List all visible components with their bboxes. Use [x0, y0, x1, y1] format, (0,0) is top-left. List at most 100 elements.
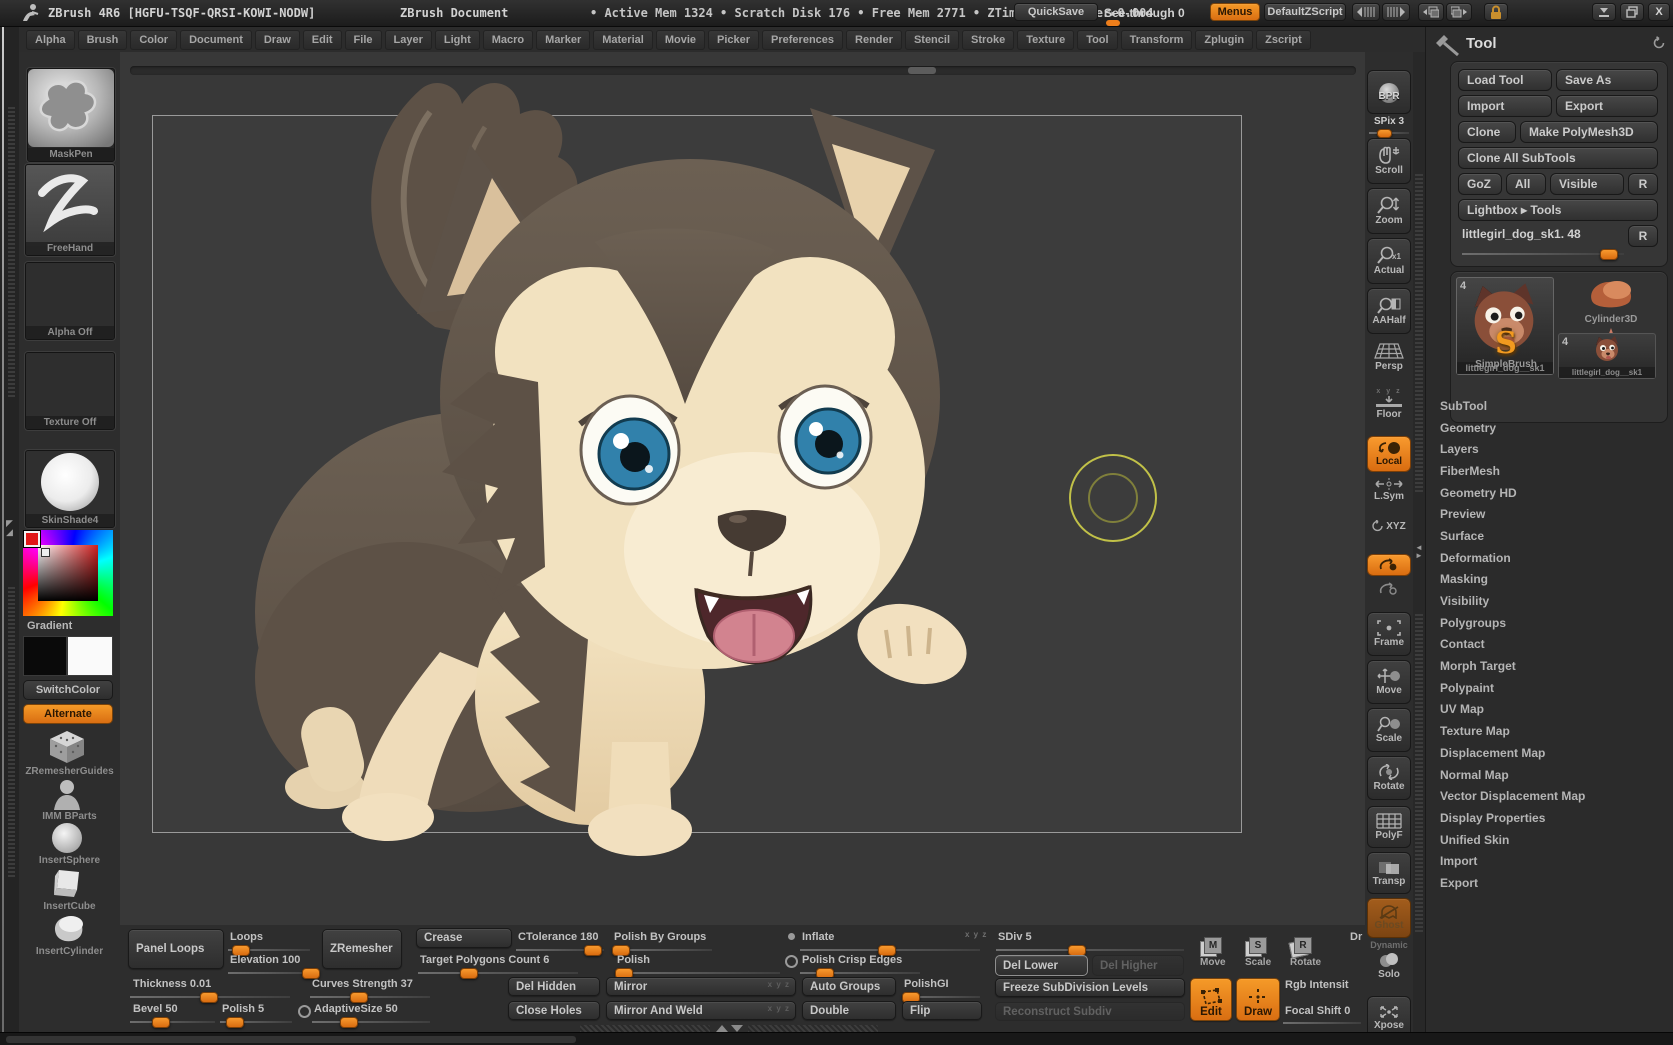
minimize-button[interactable] [1592, 3, 1616, 21]
persp-toggle[interactable]: Persp [1367, 342, 1411, 372]
menu-item[interactable]: Brush [78, 30, 128, 50]
goz-visible-button[interactable]: Visible [1550, 173, 1624, 195]
document-canvas[interactable] [120, 52, 1365, 925]
stroke-thumbnail[interactable]: FreeHand [25, 164, 115, 256]
target-polygons-slider-label[interactable]: Target Polygons Count 6 [420, 954, 549, 966]
menu-item[interactable]: Edit [303, 30, 342, 50]
move-panel-left-button[interactable] [1418, 3, 1444, 21]
menu-item[interactable]: Layer [385, 30, 432, 50]
goz-button[interactable]: GoZ [1458, 173, 1502, 195]
polish5-slider-label[interactable]: Polish 5 [222, 1003, 264, 1015]
goz-all-button[interactable]: All [1506, 173, 1546, 195]
actual-button[interactable]: x1 Actual [1367, 238, 1411, 284]
rotate-axis-button[interactable] [1367, 554, 1411, 576]
tool-section-header[interactable]: Texture Map [1426, 720, 1673, 742]
slider-handle[interactable] [1600, 249, 1618, 260]
panel-reset-icon[interactable] [1652, 36, 1666, 50]
insert-cylinder-label[interactable]: InsertCylinder [19, 946, 120, 957]
collapse-left-tray-button[interactable] [1352, 3, 1380, 21]
inflate-slider-label[interactable]: Inflate [802, 931, 834, 943]
close-button[interactable]: X [1648, 3, 1670, 21]
imm-bparts-label[interactable]: IMM BParts [19, 811, 120, 822]
tool-section-header[interactable]: Layers [1426, 438, 1673, 460]
loops-slider-label[interactable]: Loops [230, 931, 263, 943]
polish-crisp-slider[interactable] [800, 972, 920, 974]
slider-handle[interactable] [340, 1017, 358, 1028]
restore-button[interactable] [1620, 3, 1644, 21]
tool-section-header[interactable]: Export [1426, 872, 1673, 894]
tool-section-header[interactable]: SubTool [1426, 395, 1673, 417]
adaptive-size-radio[interactable] [298, 1005, 311, 1018]
rotate-secondary-toggle[interactable] [1367, 582, 1411, 596]
tool-section-header[interactable]: Morph Target [1426, 655, 1673, 677]
tool-section-header[interactable]: Contact [1426, 634, 1673, 656]
double-button[interactable]: Double [802, 1001, 896, 1020]
mirror-button[interactable]: Mirrorx y z [606, 977, 796, 996]
menu-item[interactable]: Material [593, 30, 653, 50]
solo-toggle[interactable]: Solo [1367, 952, 1411, 980]
polishgi-slider[interactable] [902, 996, 980, 998]
panel-loops-button[interactable]: Panel Loops [128, 929, 224, 969]
zremesher-guides-label[interactable]: ZRemesherGuides [19, 766, 120, 777]
menu-item[interactable]: Document [180, 30, 252, 50]
ctolerance-slider[interactable] [516, 949, 604, 951]
floor-toggle[interactable]: x y z Floor [1367, 388, 1411, 420]
collapse-right-tray-button[interactable] [1382, 3, 1410, 21]
rotate-button[interactable]: Rotate [1367, 756, 1411, 800]
insert-sphere-icon[interactable] [50, 822, 84, 854]
del-lower-button[interactable]: Del Lower [995, 955, 1088, 976]
color-picker[interactable] [23, 530, 113, 616]
tool-thumbnail-dog-small[interactable]: 4 littlegirl_dog__sk1 [1558, 333, 1656, 379]
rgb-intensity-label[interactable]: Rgb Intensit [1285, 979, 1349, 991]
alternate-button[interactable]: Alternate [23, 704, 113, 724]
insert-cube-label[interactable]: InsertCube [19, 901, 120, 912]
ctolerance-slider-label[interactable]: CTolerance 180 [518, 931, 599, 943]
spix-slider[interactable]: SPix 3 [1367, 116, 1411, 136]
insert-cube-icon[interactable] [50, 866, 84, 900]
save-as-button[interactable]: Save As [1556, 69, 1658, 91]
make-polymesh3d-button[interactable]: Make PolyMesh3D [1520, 121, 1658, 143]
focal-shift-slider[interactable] [1283, 1022, 1361, 1024]
sdiv-slider-label[interactable]: SDiv 5 [998, 931, 1032, 943]
active-tool-r-button[interactable]: R [1628, 225, 1658, 247]
lsym-toggle[interactable]: L.Sym [1367, 478, 1411, 502]
menu-item[interactable]: Texture [1017, 30, 1074, 50]
polish-slider[interactable] [615, 972, 780, 974]
polish-slider-label[interactable]: Polish [617, 954, 650, 966]
polish-crisp-edges-label[interactable]: Polish Crisp Edges [802, 954, 902, 966]
tool-section-header[interactable]: Surface [1426, 525, 1673, 547]
texture-thumbnail[interactable]: Texture Off [25, 352, 115, 430]
zremesher-guides-icon[interactable] [47, 730, 87, 764]
menus-button[interactable]: Menus [1210, 3, 1260, 21]
menu-item[interactable]: Movie [656, 30, 705, 50]
inflate-slider[interactable] [800, 949, 980, 951]
move-button[interactable]: Move [1367, 660, 1411, 704]
ghost-button[interactable]: Ghost [1367, 898, 1411, 938]
menu-item[interactable]: Marker [536, 30, 590, 50]
zremesher-button[interactable]: ZRemesher [322, 929, 402, 969]
menu-item[interactable]: Tool [1077, 30, 1117, 50]
bottom-scroll-handle[interactable] [6, 1036, 576, 1043]
curves-strength-slider[interactable] [310, 996, 430, 998]
tray-grip-top[interactable] [8, 107, 15, 397]
color-handle[interactable] [41, 548, 50, 557]
active-tool-name[interactable]: littlegirl_dog_sk1. 48 [1462, 227, 1581, 241]
transp-button[interactable]: Transp [1367, 852, 1411, 894]
tool-section-header[interactable]: Geometry HD [1426, 482, 1673, 504]
tool-section-header[interactable]: Deformation [1426, 547, 1673, 569]
clone-all-subtools-button[interactable]: Clone All SubTools [1458, 147, 1658, 169]
switchcolor-button[interactable]: SwitchColor [23, 680, 113, 700]
load-tool-button[interactable]: Load Tool [1458, 69, 1552, 91]
menu-item[interactable]: Stencil [905, 30, 959, 50]
bpr-button[interactable]: BPR [1367, 70, 1411, 114]
adaptive-size-slider-label[interactable]: AdaptiveSize 50 [314, 1003, 398, 1015]
tool-thumbnail-simplebrush[interactable]: S SimpleBrush [1456, 329, 1556, 379]
slider-handle[interactable] [200, 992, 218, 1003]
menu-item[interactable]: Light [435, 30, 480, 50]
tool-section-header[interactable]: FiberMesh [1426, 460, 1673, 482]
menu-item[interactable]: Transform [1121, 30, 1193, 50]
menu-item[interactable]: Render [846, 30, 902, 50]
rotate-gyro-button[interactable]: R Rotate [1290, 937, 1321, 968]
menu-item[interactable]: Color [130, 30, 177, 50]
scale-button[interactable]: Scale [1367, 708, 1411, 752]
